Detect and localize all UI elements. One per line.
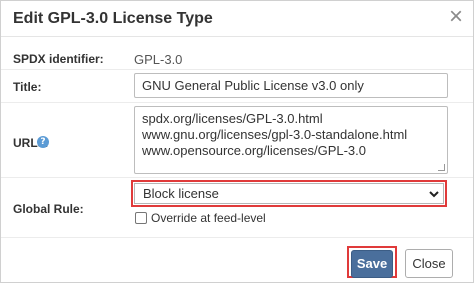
resize-handle[interactable]: [438, 164, 445, 171]
global-rule-select[interactable]: Block license: [131, 180, 447, 207]
footer-divider: [1, 237, 473, 238]
global-rule-label: Global Rule:: [13, 202, 84, 216]
title-input[interactable]: GNU General Public License v3.0 only: [134, 73, 448, 98]
override-checkbox[interactable]: [135, 212, 147, 224]
global-rule-selected-value[interactable]: Block license: [134, 183, 444, 204]
url-line: www.gnu.org/licenses/gpl-3.0-standalone.…: [142, 127, 408, 142]
spdx-identifier-value: GPL-3.0: [134, 52, 183, 67]
question-circle-icon[interactable]: ?: [37, 136, 49, 148]
dialog-header: Edit GPL-3.0 License Type ×: [1, 1, 473, 37]
edit-license-type-dialog: Edit GPL-3.0 License Type × SPDX identif…: [0, 0, 474, 283]
urls-textarea[interactable]: spdx.org/licenses/GPL-3.0.html www.gnu.o…: [134, 106, 448, 174]
dialog-title: Edit GPL-3.0 License Type: [13, 10, 213, 27]
close-icon[interactable]: ×: [449, 5, 463, 29]
divider: [1, 177, 473, 178]
divider: [1, 102, 473, 103]
override-label[interactable]: Override at feed-level: [151, 211, 266, 225]
url-line: spdx.org/licenses/GPL-3.0.html: [142, 111, 323, 126]
title-label: Title:: [13, 80, 42, 94]
chevron-down-icon: [429, 191, 439, 198]
spdx-identifier-label: SPDX identifier:: [13, 52, 104, 66]
url-line: www.opensource.org/licenses/GPL-3.0: [142, 143, 367, 158]
close-button[interactable]: Close: [405, 249, 453, 278]
save-button[interactable]: Save: [351, 250, 393, 278]
divider: [1, 69, 473, 70]
global-rule-selected-text: Block license: [143, 186, 219, 201]
